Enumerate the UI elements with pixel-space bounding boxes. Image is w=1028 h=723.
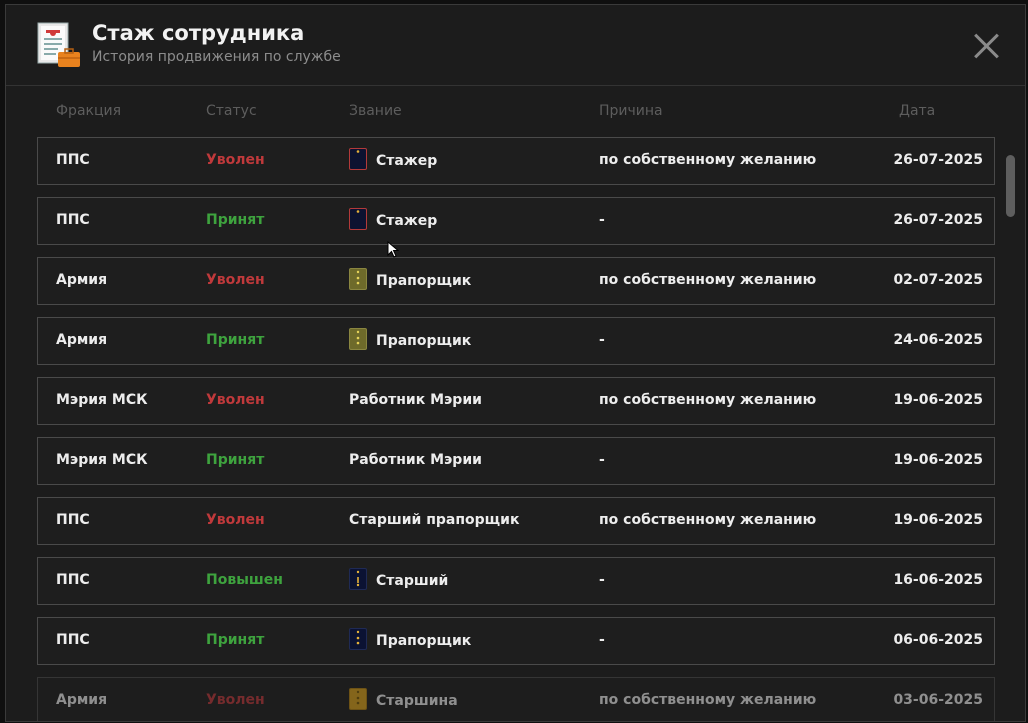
rank-cell: Стажер [349, 148, 438, 170]
date-cell: 02-07-2025 [893, 272, 983, 288]
status-cell: Принят [206, 632, 265, 648]
reason-cell: по собственному желанию [599, 512, 817, 528]
date-cell: 19-06-2025 [893, 512, 983, 528]
column-header-status[interactable]: Статус [206, 103, 257, 119]
close-icon[interactable] [972, 32, 1000, 60]
rank-insignia-icon [349, 148, 367, 170]
reason-cell: - [599, 332, 605, 348]
date-cell: 19-06-2025 [893, 452, 983, 468]
rank-label: Прапорщик [376, 333, 472, 349]
faction-cell: Мэрия МСК [56, 392, 148, 408]
rank-insignia-icon [349, 568, 367, 590]
window-header: Стаж сотрудника История продвижения по с… [6, 5, 1025, 86]
rank-cell: Прапорщик [349, 328, 472, 350]
rank-insignia-icon [349, 268, 367, 290]
status-cell: Уволен [206, 152, 265, 168]
status-cell: Принят [206, 212, 265, 228]
rank-cell: Старший прапорщик [349, 512, 519, 528]
faction-cell: Армия [56, 332, 108, 348]
reason-cell: по собственному желанию [599, 392, 817, 408]
table-row[interactable]: ППС Принят Прапорщик - 06-06-2025 [37, 617, 995, 665]
rank-cell: Старший [349, 568, 449, 590]
table-row[interactable]: ППС Уволен Стажер по собственному желанию 26… [37, 137, 995, 185]
column-header-faction[interactable]: Фракция [56, 103, 121, 119]
rank-label: Прапорщик [376, 273, 472, 289]
table-row[interactable]: ППС Повышен Старший - 16-06-2025 [37, 557, 995, 605]
date-cell: 24-06-2025 [893, 332, 983, 348]
mouse-cursor-icon [387, 241, 399, 258]
rank-cell: Работник Мэрии [349, 392, 482, 408]
reason-cell: - [599, 632, 605, 648]
table-row[interactable]: ППС Уволен Старший прапорщик по собственном… [37, 497, 995, 545]
rank-label: Старший прапорщик [349, 512, 520, 528]
table-row[interactable]: Армия Принят Прапорщик - 24-06-2025 [37, 317, 995, 365]
rank-cell: Работник Мэрии [349, 452, 482, 468]
reason-cell: по собственному желанию [599, 272, 817, 288]
rank-label: Работник Мэрии [349, 452, 482, 468]
column-header-rank[interactable]: Звание [349, 103, 402, 119]
faction-cell: ППС [56, 512, 90, 528]
reason-cell: - [599, 572, 605, 588]
column-header-date[interactable]: Дата [899, 103, 935, 119]
rank-cell: Стажер [349, 208, 438, 230]
rank-insignia-icon [349, 208, 367, 230]
table-row[interactable]: Армия Уволен Прапорщик по собственному жела… [37, 257, 995, 305]
rank-insignia-icon [349, 328, 367, 350]
reason-cell: по собственному желанию [599, 692, 817, 708]
column-header-reason[interactable]: Причина [599, 103, 663, 119]
faction-cell: ППС [56, 152, 90, 168]
rank-label: Прапорщик [376, 633, 472, 649]
document-briefcase-icon [37, 22, 80, 67]
employee-tenure-window: Стаж сотрудника История продвижения по с… [5, 4, 1026, 722]
date-cell: 26-07-2025 [893, 152, 983, 168]
faction-cell: ППС [56, 632, 90, 648]
status-cell: Принят [206, 452, 265, 468]
status-cell: Уволен [206, 392, 265, 408]
date-cell: 03-06-2025 [893, 692, 983, 708]
status-cell: Принят [206, 332, 265, 348]
rank-label: Стажер [376, 213, 438, 229]
window-title: Стаж сотрудника [92, 21, 305, 45]
table-row[interactable]: Мэрия МСК Принят Работник Мэрии - 19-06-2025 [37, 437, 995, 485]
rank-insignia-icon [349, 688, 367, 710]
rank-cell: Прапорщик [349, 628, 472, 650]
table-row[interactable]: ППС Принят Стажер - 26-07-2025 [37, 197, 995, 245]
table-row[interactable]: Мэрия МСК Уволен Работник Мэрии по собствен… [37, 377, 995, 425]
reason-cell: по собственному желанию [599, 152, 817, 168]
rank-cell: Прапорщик [349, 268, 472, 290]
window-subtitle: История продвижения по службе [92, 49, 341, 65]
date-cell: 26-07-2025 [893, 212, 983, 228]
table-header: Фракция Статус Звание Причина Дата [6, 103, 1025, 123]
rank-cell: Старшина [349, 688, 458, 710]
status-cell: Повышен [206, 572, 283, 588]
faction-cell: ППС [56, 212, 90, 228]
rank-label: Работник Мэрии [349, 392, 482, 408]
date-cell: 06-06-2025 [893, 632, 983, 648]
rank-insignia-icon [349, 628, 367, 650]
rank-label: Стажер [376, 153, 438, 169]
table-row[interactable]: Армия Уволен Старшина по собственному желан… [37, 677, 995, 721]
faction-cell: Армия [56, 272, 108, 288]
status-cell: Уволен [206, 272, 265, 288]
faction-cell: Мэрия МСК [56, 452, 148, 468]
reason-cell: - [599, 212, 605, 228]
status-cell: Уволен [206, 692, 265, 708]
scrollbar-thumb[interactable] [1006, 155, 1015, 217]
faction-cell: ППС [56, 572, 90, 588]
faction-cell: Армия [56, 692, 108, 708]
rank-label: Старший [376, 573, 449, 589]
date-cell: 16-06-2025 [893, 572, 983, 588]
date-cell: 19-06-2025 [893, 392, 983, 408]
rank-label: Старшина [376, 693, 458, 709]
status-cell: Уволен [206, 512, 265, 528]
reason-cell: - [599, 452, 605, 468]
